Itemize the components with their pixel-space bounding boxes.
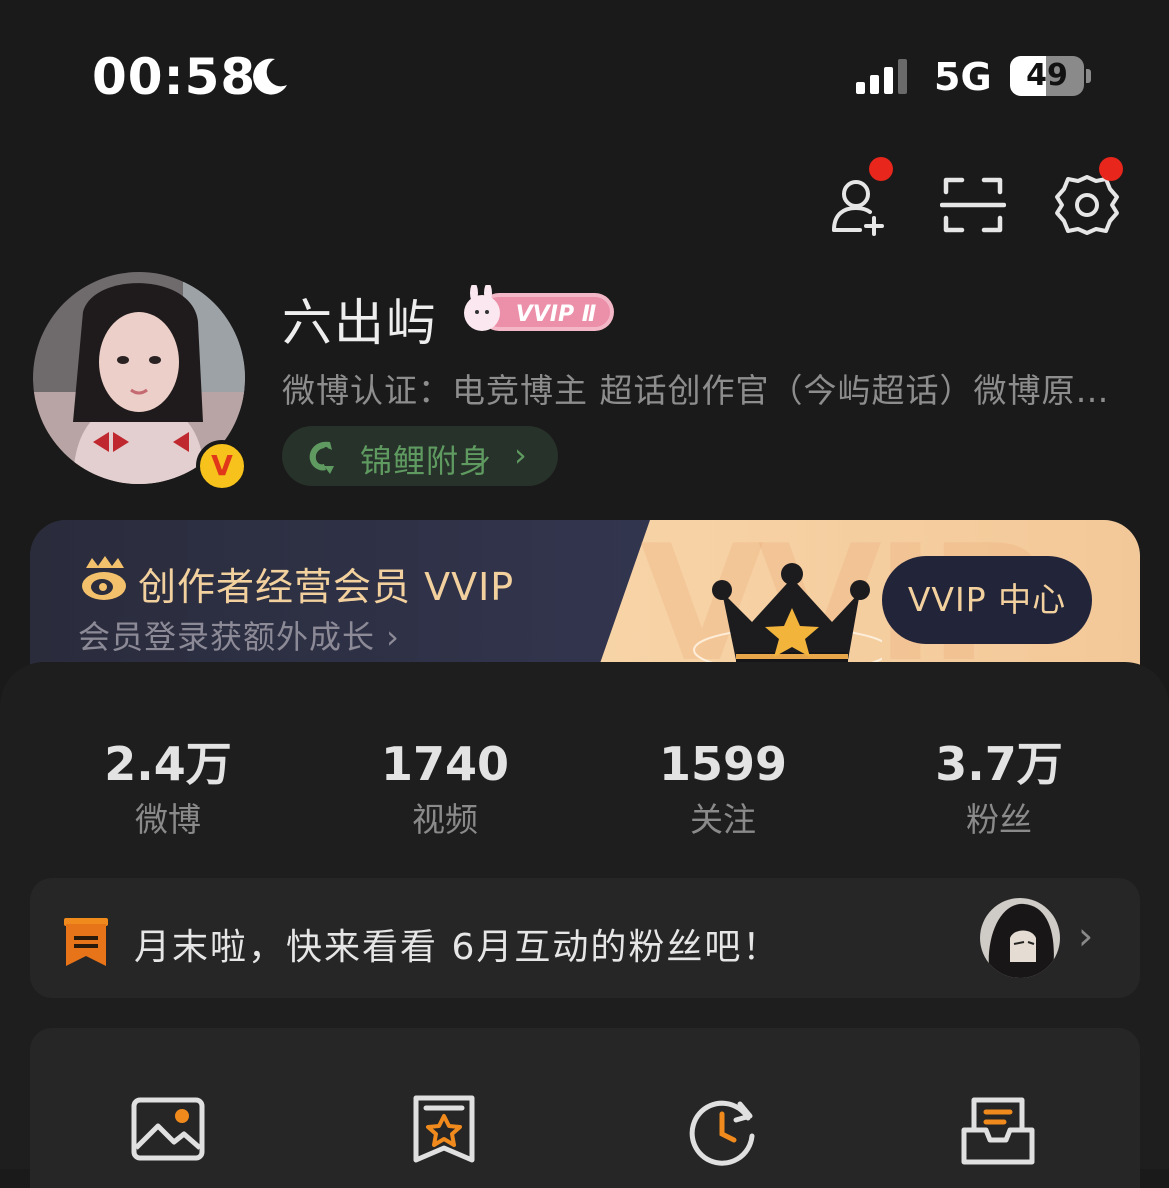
stat-value: 3.7万: [935, 737, 1063, 791]
add-friend-icon[interactable]: [826, 172, 892, 238]
battery-percent: 49: [1026, 58, 1068, 93]
chevron-right-icon: ›: [1078, 914, 1094, 958]
battery-icon: 49: [1010, 56, 1084, 96]
crown-icon: [693, 563, 882, 674]
fan-avatar: [980, 898, 1060, 978]
vvip-badge-label: VVIP Ⅱ: [516, 302, 597, 327]
notification-dot: [1099, 157, 1123, 181]
moon-icon: [253, 58, 287, 95]
stat-weibo[interactable]: 2.4万 微博: [53, 736, 283, 840]
fan-notice-card[interactable]: 月末啦，快来看看 6月互动的粉丝吧！ ›: [30, 878, 1140, 998]
vip-subtitle[interactable]: 会员登录获额外成长 ›: [78, 612, 400, 658]
drafts-icon[interactable]: [958, 1090, 1038, 1170]
cellular-signal-icon: [856, 59, 907, 94]
verified-badge-icon: V: [196, 440, 248, 492]
luck-badge-label: 锦鲤附身: [360, 442, 493, 480]
stat-value: 1740: [380, 737, 510, 791]
settings-icon[interactable]: [1054, 172, 1120, 238]
verification-text[interactable]: 微博认证：电竞博主 超话创作官（今屿超话）微博原…: [282, 364, 1132, 412]
battery-tip: [1086, 69, 1091, 83]
vvip-member-badge[interactable]: VVIP Ⅱ: [460, 285, 618, 337]
verified-badge-letter: V: [211, 449, 233, 482]
chevron-right-icon: ›: [514, 436, 527, 474]
weibo-vip-logo-icon: [82, 556, 126, 600]
luck-badge-button[interactable]: 锦鲤附身 ›: [282, 426, 558, 486]
history-icon[interactable]: [682, 1090, 762, 1170]
notice-text: 月末啦，快来看看 6月互动的粉丝吧！: [134, 927, 781, 968]
stat-value: 2.4万: [104, 737, 232, 791]
fan-avatar-image: [980, 898, 1060, 978]
stat-value: 1599: [658, 737, 788, 791]
vip-center-button[interactable]: VVIP 中心: [882, 556, 1092, 644]
koi-icon: [309, 441, 334, 474]
network-type: 5G: [934, 55, 992, 99]
scan-icon[interactable]: [940, 172, 1006, 238]
stat-videos[interactable]: 1740 视频: [330, 736, 560, 840]
notification-dot: [869, 157, 893, 181]
profile-name: 六出屿: [282, 294, 438, 352]
stat-label: 关注: [690, 800, 756, 839]
stat-label: 粉丝: [966, 800, 1032, 839]
stat-label: 微博: [135, 800, 201, 839]
status-time: 00:58: [92, 48, 257, 106]
album-icon[interactable]: [128, 1090, 208, 1170]
status-bar: 00:58 5G 49: [0, 0, 1169, 150]
ribbon-list-icon: [64, 918, 108, 966]
stat-following[interactable]: 1599 关注: [608, 736, 838, 840]
favorites-icon[interactable]: [404, 1090, 484, 1170]
vip-title: 创作者经营会员 VVIP: [138, 565, 515, 609]
stat-label: 视频: [412, 800, 478, 839]
stat-followers[interactable]: 3.7万 粉丝: [884, 736, 1114, 840]
